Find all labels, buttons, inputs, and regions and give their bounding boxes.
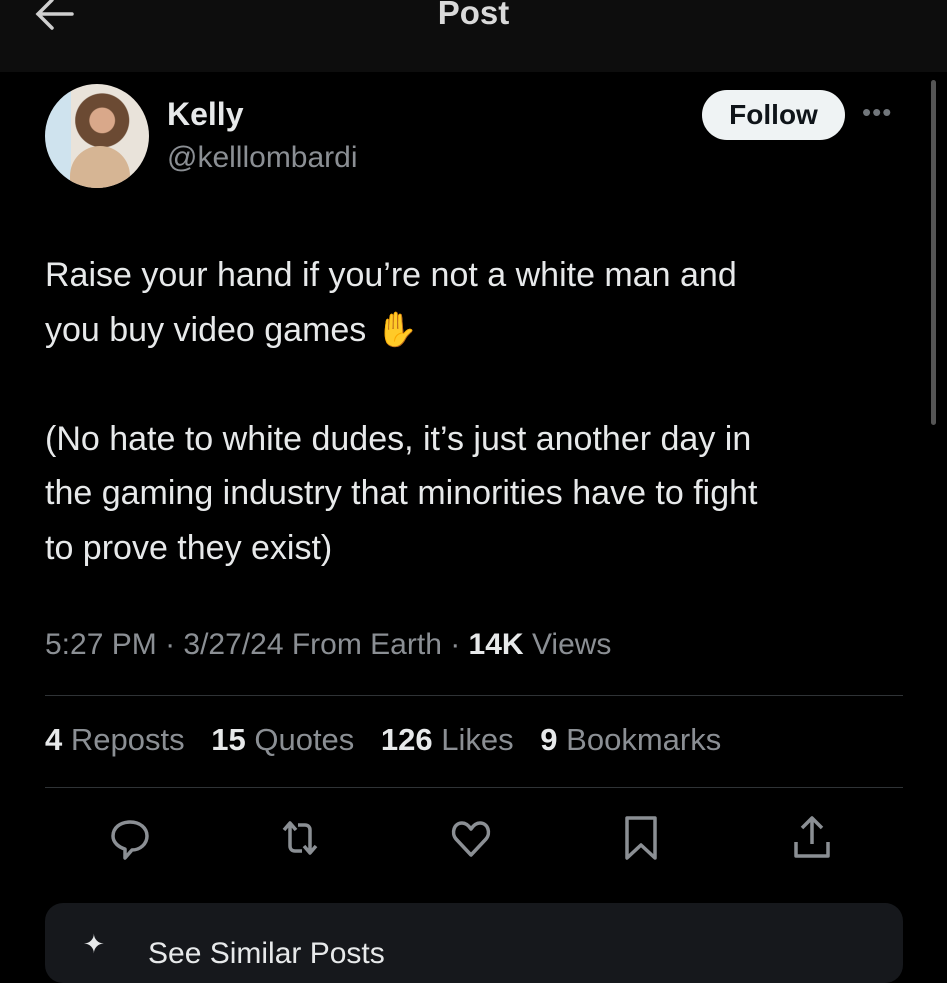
- post-stats: 4 Reposts 15 Quotes 126 Likes 9 Bookmark…: [45, 722, 739, 758]
- share-icon[interactable]: [788, 814, 836, 862]
- stat-quotes[interactable]: 15 Quotes: [211, 722, 354, 757]
- post-time: 5:27 PM: [45, 628, 157, 661]
- stat-likes[interactable]: 126 Likes: [381, 722, 514, 757]
- scrollbar[interactable]: [931, 80, 936, 425]
- stat-reposts[interactable]: 4 Reposts: [45, 722, 185, 757]
- reply-icon[interactable]: [106, 814, 154, 862]
- top-bar: Post: [0, 0, 947, 72]
- post-location: From Earth: [291, 628, 442, 661]
- stat-bookmarks[interactable]: 9 Bookmarks: [540, 722, 721, 757]
- sparkle-icon: ✦: [83, 929, 105, 959]
- see-similar-posts-card[interactable]: ✦ See Similar Posts: [45, 903, 903, 983]
- post-meta: 5:27 PM · 3/27/24 From Earth · 14K Views: [45, 628, 612, 661]
- post-date: 3/27/24: [183, 628, 284, 661]
- divider: [45, 695, 903, 696]
- post-text: Raise your hand if you’re not a white ma…: [45, 256, 758, 567]
- follow-button[interactable]: Follow: [702, 90, 845, 140]
- more-options-icon[interactable]: •••: [862, 97, 892, 128]
- views-label: Views: [531, 628, 612, 661]
- author-handle[interactable]: @kelllombardi: [167, 141, 358, 175]
- like-icon[interactable]: [447, 814, 495, 862]
- avatar[interactable]: [45, 84, 149, 188]
- bookmark-icon[interactable]: [617, 814, 665, 862]
- repost-icon[interactable]: [276, 814, 324, 862]
- author-name[interactable]: Kelly: [167, 96, 243, 133]
- views-count: 14K: [468, 628, 524, 661]
- see-similar-posts-label: See Similar Posts: [148, 937, 385, 970]
- divider: [45, 787, 903, 788]
- page-title: Post: [437, 0, 510, 31]
